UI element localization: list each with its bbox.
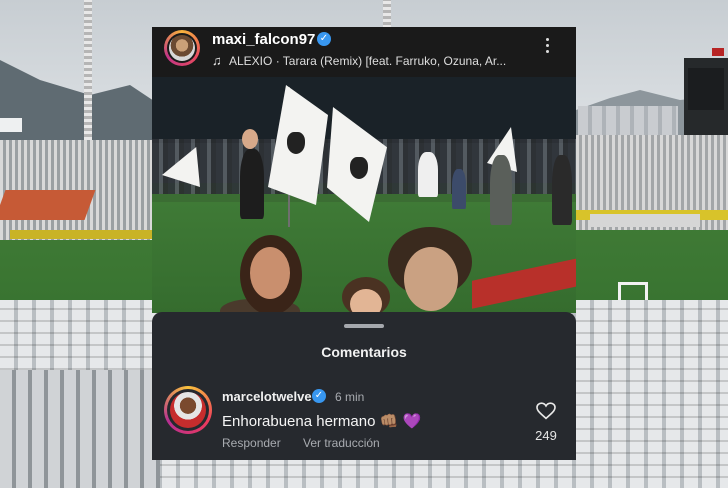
- comments-sheet: Comentarios marcelotwelve ✓ 6 min Enhora…: [152, 312, 576, 460]
- like-count: 249: [535, 428, 557, 443]
- heart-icon[interactable]: [536, 402, 556, 420]
- flag-decoration: [712, 48, 724, 56]
- photo-flag-emblem: [287, 132, 305, 154]
- photo-person: [490, 155, 512, 225]
- stands-left-red-section: [0, 190, 96, 220]
- photo-person: [418, 152, 438, 197]
- more-options-icon[interactable]: [546, 38, 550, 56]
- comment-avatar[interactable]: [164, 386, 212, 434]
- see-translation-button[interactable]: Ver traducción: [303, 436, 380, 450]
- story-header: maxi_falcon97 ✓ ♫ ALEXIO · Tarara (Remix…: [152, 27, 576, 77]
- photo-woman-face: [250, 247, 290, 299]
- ad-board-left: [10, 230, 152, 239]
- light-tower-center: [383, 0, 391, 28]
- verified-icon: ✓: [312, 389, 326, 403]
- photo-person: [552, 155, 572, 225]
- light-tower-left: [84, 0, 92, 140]
- comments-title: Comentarios: [321, 344, 407, 360]
- comment-text: Enhorabuena hermano 👊🏽 💜: [222, 413, 422, 430]
- background-sign: [0, 118, 22, 132]
- photo-person: [240, 149, 264, 219]
- city-buildings: [578, 106, 678, 136]
- verified-icon: ✓: [317, 32, 331, 46]
- photo-man-face: [404, 247, 458, 311]
- photo-flag-emblem: [350, 157, 368, 179]
- story-photo: [152, 77, 576, 313]
- comment-time: 6 min: [335, 390, 365, 404]
- story-avatar[interactable]: [164, 30, 200, 66]
- seats-foreground-left: [0, 370, 160, 488]
- sheet-drag-handle[interactable]: [344, 324, 384, 328]
- story-username[interactable]: maxi_falcon97: [212, 31, 315, 48]
- photo-person-head: [242, 129, 258, 149]
- photo-person: [452, 169, 466, 209]
- music-note-icon: ♫: [212, 53, 222, 68]
- scoreboard: [684, 58, 728, 138]
- story-card: maxi_falcon97 ✓ ♫ ALEXIO · Tarara (Remix…: [152, 27, 576, 313]
- comment-username[interactable]: marcelotwelve: [222, 389, 312, 404]
- story-song[interactable]: ALEXIO · Tarara (Remix) [feat. Farruko, …: [229, 54, 506, 68]
- reply-button[interactable]: Responder: [222, 436, 281, 450]
- photo-child-face: [350, 289, 382, 313]
- ad-board-right: [590, 214, 700, 227]
